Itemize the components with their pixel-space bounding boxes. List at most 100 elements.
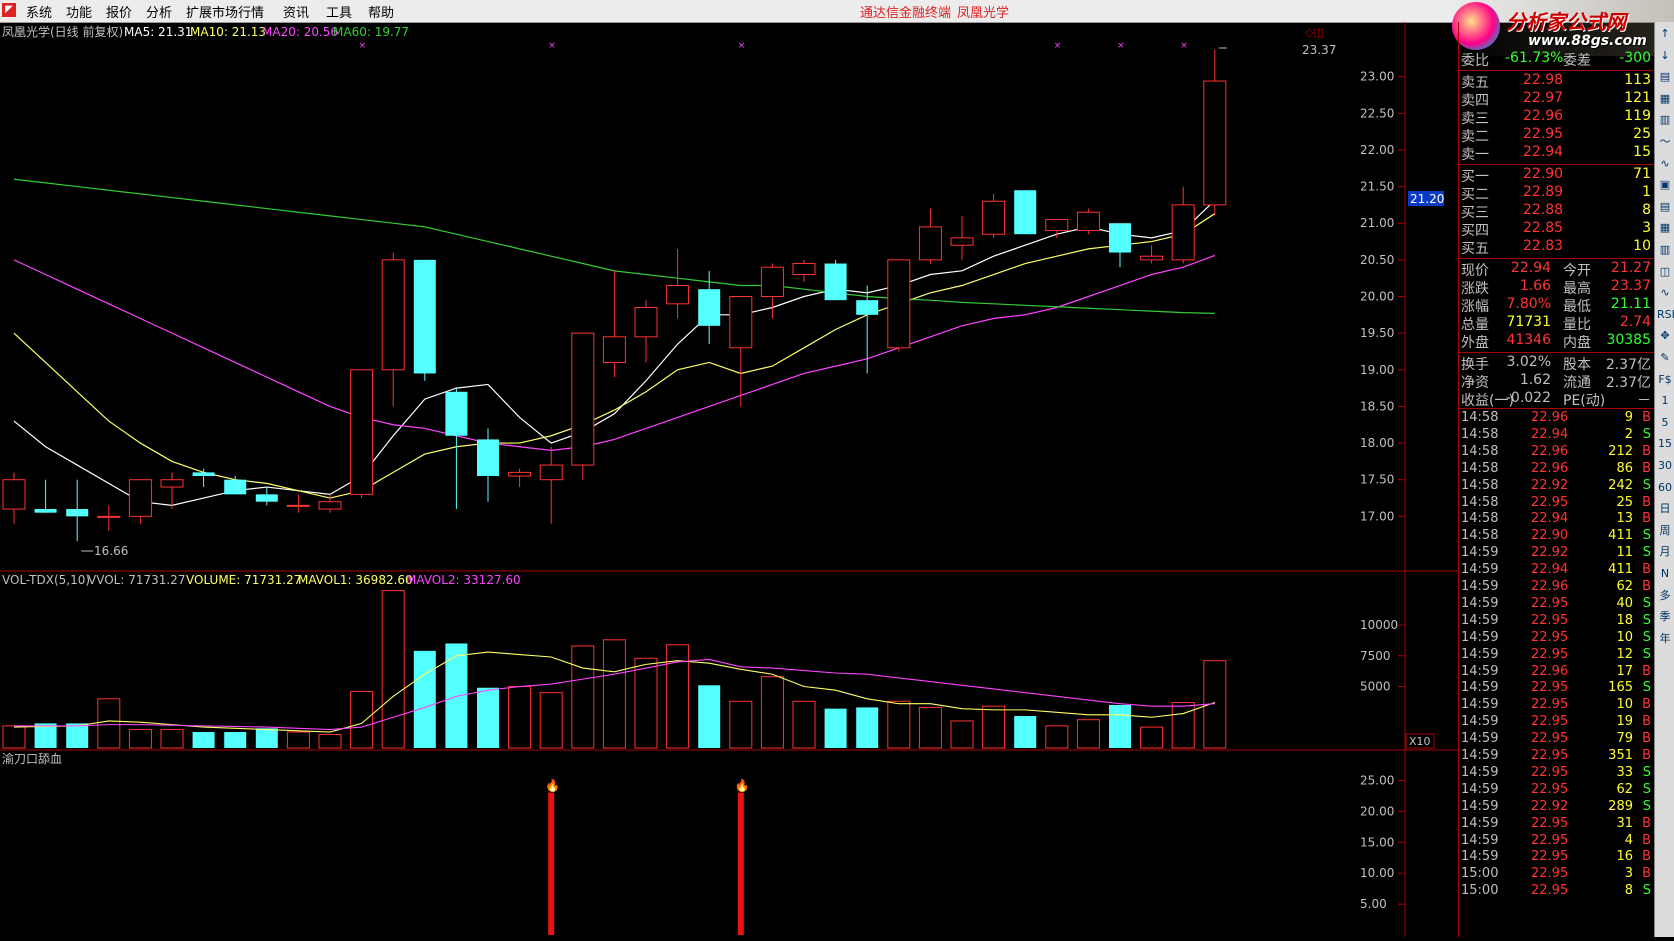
side-tool-icon[interactable]: 5 <box>1657 415 1673 431</box>
menu-item-tools[interactable]: 工具 <box>326 2 352 21</box>
chart-svg[interactable]: 23.00 22.50 22.00 21.50 21.00 20.50 20.00 19.50… <box>0 22 1458 937</box>
tick-time: 14:59 <box>1461 545 1499 561</box>
tick-price: 22.92 <box>1531 545 1569 561</box>
side-tool-icon[interactable]: N <box>1657 566 1673 582</box>
bid-volume: 3 <box>1642 220 1651 236</box>
side-tool-icon[interactable]: ✎ <box>1657 350 1673 366</box>
tick-price: 22.95 <box>1531 714 1569 730</box>
tick-row: 14:59 22.95 19 B <box>1459 714 1655 732</box>
tick-price: 22.95 <box>1531 832 1569 848</box>
tick-time: 14:58 <box>1461 426 1499 442</box>
side-tool-icon[interactable]: 15 <box>1657 436 1673 452</box>
candle-body-up <box>286 504 310 507</box>
side-tool-icon[interactable]: 多 <box>1657 588 1673 604</box>
side-tool-icon[interactable]: ✥ <box>1657 328 1673 344</box>
menu-item-help[interactable]: 帮助 <box>368 2 394 21</box>
volume-bar-down <box>856 707 879 748</box>
menu-item-news[interactable]: 资讯 <box>283 2 309 21</box>
side-tool-icon[interactable]: 〜 <box>1657 134 1673 150</box>
bid-volume: 10 <box>1633 238 1651 254</box>
event-marker[interactable]: × <box>359 41 367 51</box>
tick-time: 14:59 <box>1461 595 1499 611</box>
weicha-label: 委差 <box>1563 53 1591 69</box>
side-tool-icon[interactable]: ▦ <box>1657 220 1673 236</box>
tick-row: 15:00 22.95 8 S <box>1459 883 1655 901</box>
side-tool-icon[interactable]: F$ <box>1657 372 1673 388</box>
candle-body-down <box>1109 223 1131 253</box>
signal-flame-icon: 🔥 <box>735 779 750 793</box>
event-marker[interactable]: × <box>738 41 746 51</box>
side-tool-icon[interactable]: ∿ <box>1657 285 1673 301</box>
event-marker[interactable]: × <box>548 41 556 51</box>
vol-indicator-name: VOL-TDX(5,10) <box>2 573 90 587</box>
side-tool-icon[interactable]: ↑ <box>1657 26 1673 42</box>
side-tool-icon[interactable]: 1 <box>1657 393 1673 409</box>
tick-row: 14:59 22.92 289 S <box>1459 799 1655 817</box>
menu-item-analysis[interactable]: 分析 <box>146 2 172 21</box>
signal-axis-label: 15.00 <box>1360 835 1394 849</box>
menu-item-extended-market[interactable]: 扩展市场行情 <box>186 2 264 21</box>
tick-direction: B <box>1642 562 1651 578</box>
side-tool-icon[interactable]: 周 <box>1657 523 1673 539</box>
candle-body-up <box>2 479 26 510</box>
stat-label: 净资 <box>1461 375 1489 391</box>
candle-body-up <box>318 501 342 510</box>
tick-row: 14:58 22.96 9 B <box>1459 410 1655 428</box>
window-stock-name: 凤凰光学 <box>957 6 1010 21</box>
event-marker[interactable]: × <box>1117 41 1125 51</box>
side-tool-icon[interactable]: 月 <box>1657 544 1673 560</box>
tick-row: 14:59 22.95 4 B <box>1459 833 1655 851</box>
menu-item-system[interactable]: 系统 <box>26 2 52 21</box>
event-marker[interactable]: × <box>1180 41 1188 51</box>
candle-body-down <box>824 263 847 301</box>
candle-body-down <box>856 300 879 315</box>
ask-price: 22.97 <box>1523 90 1564 106</box>
divider <box>1459 164 1655 165</box>
menu-item-quote[interactable]: 报价 <box>106 2 132 21</box>
tick-price: 22.95 <box>1531 494 1569 510</box>
candle-body-up <box>1140 255 1164 261</box>
stat-label: 涨跌 <box>1461 281 1489 297</box>
side-tool-icon[interactable]: ▥ <box>1657 112 1673 128</box>
side-tool-icon[interactable]: ▤ <box>1657 199 1673 215</box>
bid-row: 买五 22.83 10 <box>1459 238 1655 257</box>
menu-item-function[interactable]: 功能 <box>66 2 92 21</box>
tick-price: 22.95 <box>1531 815 1569 831</box>
menu-bar: ◤ 系统 功能 报价 分析 扩展市场行情 资讯 工具 帮助 通达信金融终端 凤凰… <box>0 0 1674 23</box>
tick-direction: B <box>1642 494 1651 510</box>
volume-bar-down <box>255 728 278 748</box>
price-axis-label: 21.50 <box>1360 180 1394 194</box>
tick-row: 14:58 22.96 86 B <box>1459 461 1655 479</box>
side-tool-icon[interactable]: ▤ <box>1657 69 1673 85</box>
tick-direction: B <box>1642 511 1651 527</box>
event-marker[interactable]: × <box>1054 41 1062 51</box>
tick-direction: S <box>1642 528 1651 544</box>
tick-price: 22.95 <box>1531 849 1569 865</box>
candle-body-up <box>982 200 1006 235</box>
side-tool-icon[interactable]: 日 <box>1657 501 1673 517</box>
tick-price: 22.95 <box>1531 612 1569 628</box>
tick-row: 14:59 22.95 10 B <box>1459 697 1655 715</box>
side-tool-icon[interactable]: ▣ <box>1657 177 1673 193</box>
side-tool-icon[interactable]: ∿ <box>1657 156 1673 172</box>
side-tool-icon[interactable]: ◫ <box>1657 264 1673 280</box>
tick-volume: 62 <box>1616 579 1633 594</box>
side-tool-icon[interactable]: ↓ <box>1657 48 1673 64</box>
side-tool-icon[interactable]: ▦ <box>1657 91 1673 107</box>
side-tool-icon[interactable]: ▥ <box>1657 242 1673 258</box>
stat-label: PE(动) <box>1563 393 1606 409</box>
side-tool-icon[interactable]: 季 <box>1657 609 1673 625</box>
side-tool-icon[interactable]: 30 <box>1657 458 1673 474</box>
ask-row: 卖五 22.98 113 <box>1459 72 1655 91</box>
signal-axis-label: 5.00 <box>1360 897 1387 911</box>
panel-toggle-icon[interactable]: ◇◫ <box>1305 26 1324 39</box>
side-tool-icon[interactable]: 年 <box>1657 631 1673 647</box>
chart-area[interactable]: 23.00 22.50 22.00 21.50 21.00 20.50 20.00 19.50… <box>0 22 1458 937</box>
side-tool-icon[interactable]: 60 <box>1657 480 1673 496</box>
stat-row: 外盘 41346 内盘 30385 <box>1459 332 1655 351</box>
bid-label: 买二 <box>1461 187 1489 203</box>
tick-time: 14:59 <box>1461 646 1499 662</box>
candle-body-up <box>602 336 626 363</box>
tick-direction: B <box>1642 443 1651 459</box>
side-tool-icon[interactable]: RSI <box>1657 307 1674 323</box>
